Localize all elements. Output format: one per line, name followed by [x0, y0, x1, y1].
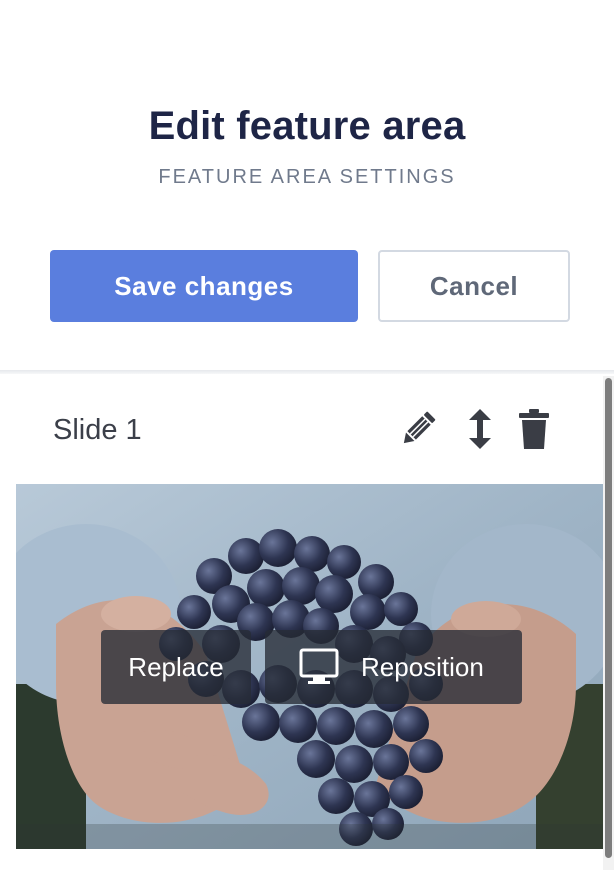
edit-slide-button[interactable]: [396, 408, 440, 454]
move-vertical-icon: [465, 407, 495, 456]
panel-scrollbar[interactable]: [603, 376, 614, 870]
editor-header: Edit feature area FEATURE AREA SETTINGS …: [0, 0, 614, 372]
replace-image-button[interactable]: Replace: [101, 630, 251, 704]
trash-icon: [517, 407, 551, 456]
move-slide-button[interactable]: [458, 408, 502, 454]
pencil-icon: [397, 408, 439, 455]
cancel-button[interactable]: Cancel: [378, 250, 570, 322]
page-title: Edit feature area: [148, 104, 466, 148]
reposition-image-button[interactable]: Reposition: [265, 630, 522, 704]
slide-label: Slide 1: [53, 414, 142, 446]
slides-panel: Slide 1 Replace Reposition: [0, 374, 614, 870]
reposition-label: Reposition: [361, 651, 484, 682]
replace-label: Replace: [128, 651, 224, 682]
image-overlay-actions: Replace Reposition: [101, 630, 522, 704]
monitor-icon: [299, 647, 339, 687]
save-changes-button[interactable]: Save changes: [50, 250, 358, 322]
scrollbar-thumb[interactable]: [605, 378, 612, 858]
slide-image[interactable]: Replace Reposition: [16, 484, 603, 849]
slide-toolbar: [396, 408, 556, 454]
page-subtitle: FEATURE AREA SETTINGS: [158, 166, 456, 188]
delete-slide-button[interactable]: [512, 408, 556, 454]
